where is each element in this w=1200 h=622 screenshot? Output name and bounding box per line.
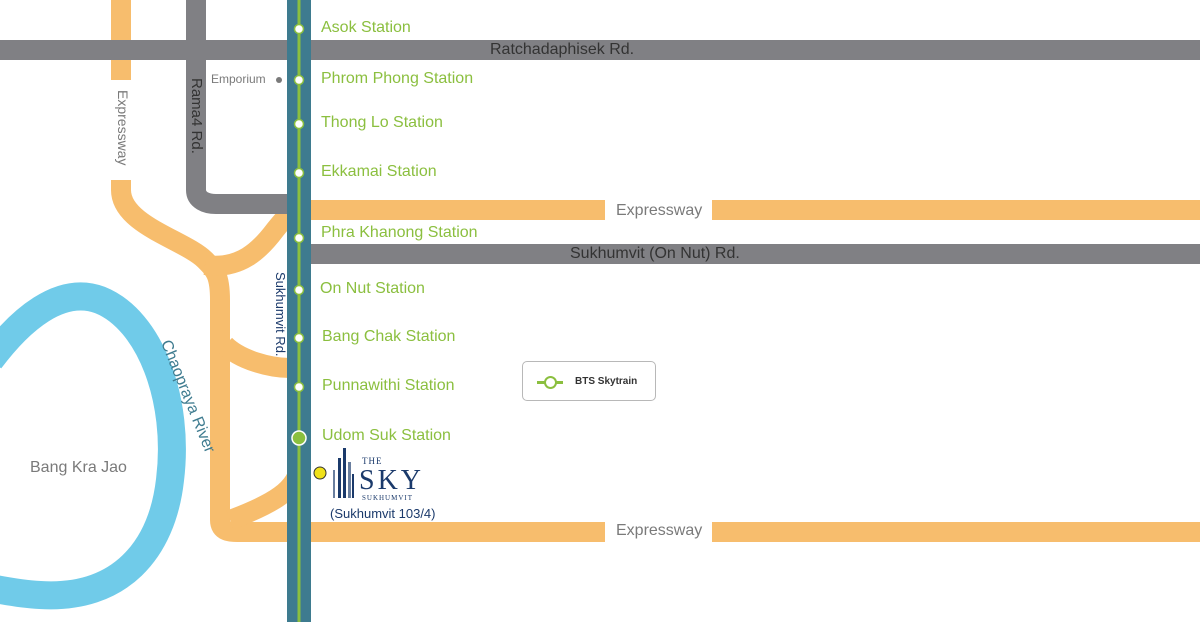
sukhumvit-road-label: Sukhumvit Rd. [273, 272, 288, 357]
station-label-thong-lo: Thong Lo Station [321, 114, 443, 131]
station-dot-bang-chak [293, 332, 305, 344]
station-label-ekkamai: Ekkamai Station [321, 163, 437, 180]
station-dot-ekkamai [293, 167, 305, 179]
station-dot-on-nut [293, 284, 305, 296]
station-dot-udom-suk [291, 430, 307, 446]
map-canvas [0, 0, 1200, 622]
station-dot-asok [293, 23, 305, 35]
logo-sky: SKY [359, 465, 425, 496]
station-dot-thong-lo [293, 118, 305, 130]
rama4-road-label: Rama4 Rd. [188, 78, 205, 154]
station-label-phra-khanong: Phra Khanong Station [321, 224, 478, 241]
station-label-bang-chak: Bang Chak Station [322, 328, 456, 345]
station-label-phrom-phong: Phrom Phong Station [321, 70, 474, 87]
station-dot-icon [544, 376, 557, 389]
expressway-top-label: Expressway [616, 202, 703, 219]
station-dot-phrom-phong [293, 74, 305, 86]
chaopraya-river [0, 282, 186, 610]
station-label-punnawithi: Punnawithi Station [322, 377, 455, 394]
logo-building-icon [333, 448, 354, 498]
legend-label: BTS Skytrain [575, 376, 638, 387]
ratchadaphisek-road-label: Ratchadaphisek Rd. [490, 41, 635, 58]
sukhumvit-on-nut-road-label: Sukhumvit (On Nut) Rd. [570, 245, 740, 262]
logo-subtitle: SUKHUMVIT [362, 494, 413, 502]
station-label-asok: Asok Station [321, 19, 411, 36]
project-address: (Sukhumvit 103/4) [330, 506, 436, 521]
legend: BTS Skytrain [522, 361, 656, 401]
expressway-network [111, 0, 1200, 542]
expressway-vertical-label: Expressway [115, 90, 131, 166]
emporium-label: Emporium [211, 72, 266, 86]
station-dot-punnawithi [293, 381, 305, 393]
station-label-udom-suk: Udom Suk Station [322, 427, 451, 444]
expressway-bottom-label: Expressway [616, 522, 703, 539]
station-dot-phra-khanong [293, 232, 305, 244]
emporium-dot [276, 77, 282, 83]
station-label-on-nut: On Nut Station [320, 280, 425, 297]
bang-kra-jao-label: Bang Kra Jao [30, 459, 127, 476]
project-marker [313, 466, 327, 480]
